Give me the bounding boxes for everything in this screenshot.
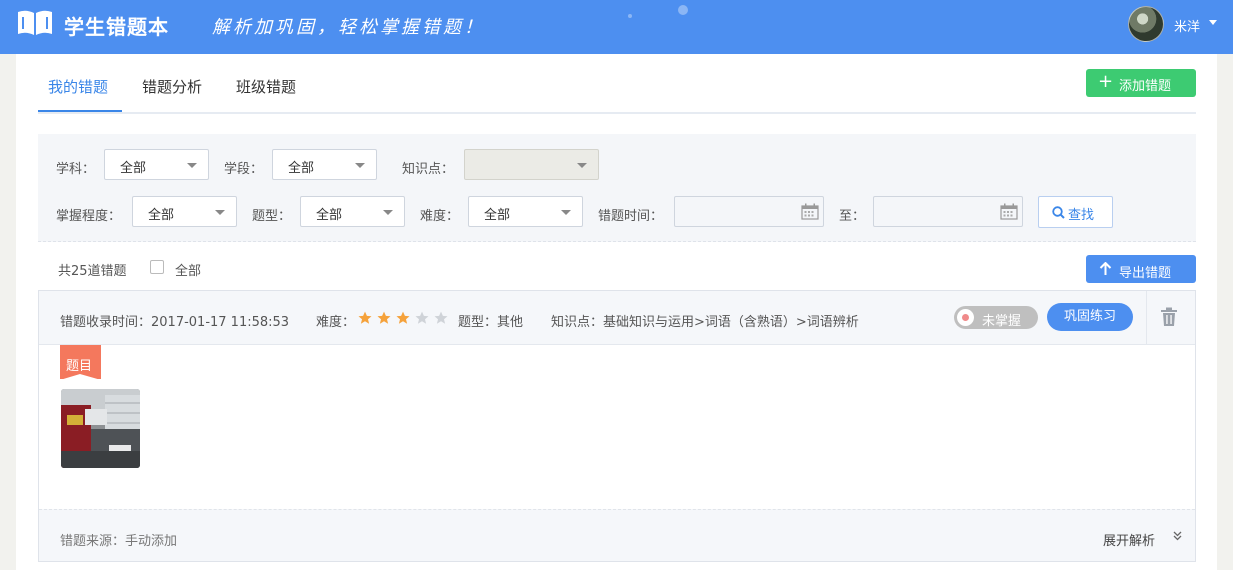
mastery-select[interactable]: 全部 <box>132 196 237 227</box>
header-decoration <box>628 14 632 18</box>
question-tag: 题目 <box>60 345 101 380</box>
search-button[interactable]: 查找 <box>1038 196 1113 228</box>
arrow-up-icon <box>1099 262 1112 275</box>
tab-bar: 我的错题 错题分析 班级错题 <box>38 54 1196 114</box>
stage-label: 学段： <box>224 162 264 177</box>
end-date-input[interactable] <box>873 196 1023 227</box>
export-mistakes-button[interactable]: 导出错题 <box>1086 255 1196 283</box>
question-card-footer: 错题来源：手动添加 展开解析 <box>39 509 1195 561</box>
star-empty-icon <box>415 311 429 324</box>
caret-down-icon <box>383 210 393 215</box>
active-tab-indicator <box>38 110 122 112</box>
add-mistake-button[interactable]: + 添加错题 <box>1086 69 1196 97</box>
chevron-down-icon[interactable] <box>1209 20 1217 25</box>
question-type: 题型：其他 <box>458 315 524 330</box>
mastery-value: 全部 <box>148 208 175 223</box>
trash-icon[interactable] <box>1160 307 1178 327</box>
star-filled-icon <box>358 311 372 324</box>
expand-analysis-button[interactable]: 展开解析 <box>1103 530 1182 549</box>
double-chevron-down-icon <box>1173 531 1182 541</box>
filter-panel: 学科： 全部 学段： 全部 知识点： 掌握程度： 全部 题型： 全部 难度： 全… <box>38 134 1196 242</box>
question-image[interactable] <box>61 389 140 468</box>
recorded-time: 错题收录时间：2017-01-17 11:58:53 <box>60 315 290 330</box>
star-filled-icon <box>377 311 391 324</box>
knowledge-label: 知识点： <box>402 162 455 177</box>
qtype-label: 题型： <box>252 209 292 224</box>
avatar[interactable] <box>1128 6 1164 42</box>
star-filled-icon <box>396 311 410 324</box>
mastery-label: 掌握程度： <box>56 209 122 224</box>
qtype-value: 全部 <box>316 208 343 223</box>
calendar-icon[interactable] <box>1000 203 1018 220</box>
divider <box>1146 291 1147 345</box>
caret-down-icon <box>355 163 365 168</box>
main-panel: 我的错题 错题分析 班级错题 + 添加错题 学科： 全部 学段： 全部 知识点：… <box>16 54 1217 570</box>
export-label: 导出错题 <box>1119 266 1172 281</box>
knowledge-point: 知识点：基础知识与运用>词语（含熟语）>词语辨析 <box>551 315 859 330</box>
caret-down-icon <box>561 210 571 215</box>
difficulty-label: 难度： <box>420 209 460 224</box>
mistake-count: 共25道错题 <box>58 264 127 279</box>
time-label: 错题时间： <box>598 209 664 224</box>
add-mistake-label: 添加错题 <box>1119 79 1172 94</box>
knowledge-select <box>464 149 599 180</box>
difficulty-select[interactable]: 全部 <box>468 196 583 227</box>
difficulty-value: 全部 <box>484 208 511 223</box>
caret-down-icon <box>577 163 587 168</box>
plus-icon: + <box>1098 71 1114 92</box>
subject-select[interactable]: 全部 <box>104 149 209 180</box>
app-slogan: 解析加巩固，轻松掌握错题！ <box>212 17 485 38</box>
app-header: 学生错题本 解析加巩固，轻松掌握错题！ 米洋 <box>0 0 1233 54</box>
difficulty-label: 难度： <box>316 315 356 330</box>
select-all-label: 全部 <box>175 264 202 279</box>
practice-button[interactable]: 巩固练习 <box>1047 303 1133 331</box>
search-icon <box>1052 206 1065 219</box>
caret-down-icon <box>215 210 225 215</box>
stage-value: 全部 <box>288 161 315 176</box>
mistake-source: 错题来源：手动添加 <box>60 534 178 549</box>
subject-label: 学科： <box>56 162 96 177</box>
tab-my-mistakes[interactable]: 我的错题 <box>48 76 108 97</box>
star-empty-icon <box>434 311 448 324</box>
subject-value: 全部 <box>120 161 147 176</box>
tab-mistake-analysis[interactable]: 错题分析 <box>142 76 202 97</box>
caret-down-icon <box>187 163 197 168</box>
search-label: 查找 <box>1068 208 1095 223</box>
open-book-icon <box>18 10 52 35</box>
select-all-checkbox[interactable] <box>150 260 164 274</box>
question-tag-label: 题目 <box>66 359 93 374</box>
username[interactable]: 米洋 <box>1174 16 1200 35</box>
expand-analysis-label: 展开解析 <box>1103 534 1156 549</box>
date-to-label: 至： <box>839 209 866 224</box>
qtype-select[interactable]: 全部 <box>300 196 405 227</box>
calendar-icon[interactable] <box>801 203 819 220</box>
toggle-knob <box>957 309 974 326</box>
stage-select[interactable]: 全部 <box>272 149 377 180</box>
tab-class-mistakes[interactable]: 班级错题 <box>236 76 296 97</box>
app-title: 学生错题本 <box>64 15 169 39</box>
start-date-input[interactable] <box>674 196 824 227</box>
question-card-header: 错题收录时间：2017-01-17 11:58:53 难度： 题型：其他 知识点… <box>39 291 1195 345</box>
header-decoration <box>678 5 688 15</box>
mastery-toggle[interactable]: 未掌握 <box>954 306 1038 329</box>
mastery-status: 未掌握 <box>982 314 1022 329</box>
question-card: 错题收录时间：2017-01-17 11:58:53 难度： 题型：其他 知识点… <box>38 290 1196 562</box>
